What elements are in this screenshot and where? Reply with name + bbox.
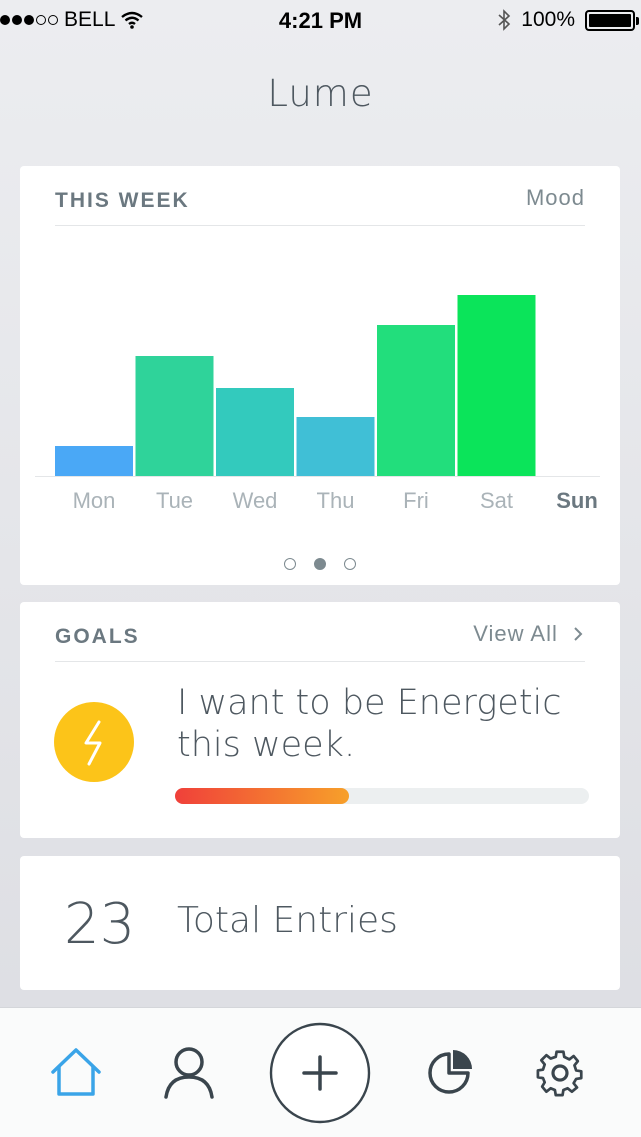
tab-add-entry[interactable] [269,1022,371,1124]
day-labels: Mon Tue Wed Thu Fri Sat Sun [55,488,620,518]
goal-text: I want to be Energetic this week. [177,683,562,765]
home-icon [51,1048,101,1096]
goal-progress-bar [175,788,589,804]
day-label-sat[interactable]: Sat [458,488,536,514]
goals-card: GOALS View All I want to be Energetic th… [20,602,620,838]
day-label-sun[interactable]: Sun [538,488,616,514]
tab-settings[interactable] [533,1046,587,1100]
page-indicator[interactable] [20,558,620,570]
card-header: GOALS View All [55,602,585,662]
tab-home[interactable] [48,1044,104,1100]
add-icon [269,1022,371,1124]
mood-chart-svg [55,295,536,476]
tab-stats[interactable] [422,1046,476,1100]
view-all-link[interactable]: View All [473,621,585,647]
entries-count: 23 [64,892,136,957]
chart-bar-thu[interactable] [296,417,375,476]
chart-bar-tue[interactable] [135,356,214,476]
page-dot-3[interactable] [344,558,356,570]
status-bar: BELL 4:21 PM 100% [0,0,641,40]
battery-percent: 100% [521,8,575,31]
battery-icon [585,9,639,31]
lightning-icon [54,702,134,782]
view-all-label: View All [473,621,558,646]
stats-icon [428,1050,472,1094]
card-title: THIS WEEK [55,189,190,212]
total-entries-card[interactable]: 23 Total Entries [20,856,620,990]
card-header: THIS WEEK Mood [55,166,585,226]
chart-bar-mon[interactable] [55,446,133,476]
app-title: Lume [267,72,374,115]
bluetooth-icon [498,9,511,31]
chart-bar-fri[interactable] [377,325,455,476]
chart-baseline [35,476,600,477]
day-label-wed[interactable]: Wed [216,488,294,514]
chart-bar-wed[interactable] [216,388,294,476]
page-dot-2[interactable] [314,558,326,570]
day-label-fri[interactable]: Fri [377,488,455,514]
page-dot-1[interactable] [284,558,296,570]
day-label-mon[interactable]: Mon [55,488,133,514]
mood-selector-button[interactable]: Mood [526,185,585,211]
chevron-right-icon [574,627,583,641]
profile-icon [164,1047,214,1099]
settings-icon [536,1050,583,1097]
mood-chart [55,226,620,476]
this-week-card: THIS WEEK Mood Mon Tue Wed Thu Fri Sat Sun [20,166,620,585]
chart-bar-sat[interactable] [457,295,536,476]
day-label-tue[interactable]: Tue [136,488,214,514]
entries-label: Total Entries [177,900,398,941]
status-right: 100% [497,8,639,32]
goal-progress-fill [175,788,349,804]
tab-profile[interactable] [160,1044,218,1100]
day-label-thu[interactable]: Thu [297,488,375,514]
card-title: GOALS [55,625,140,648]
tab-bar [0,1007,641,1137]
